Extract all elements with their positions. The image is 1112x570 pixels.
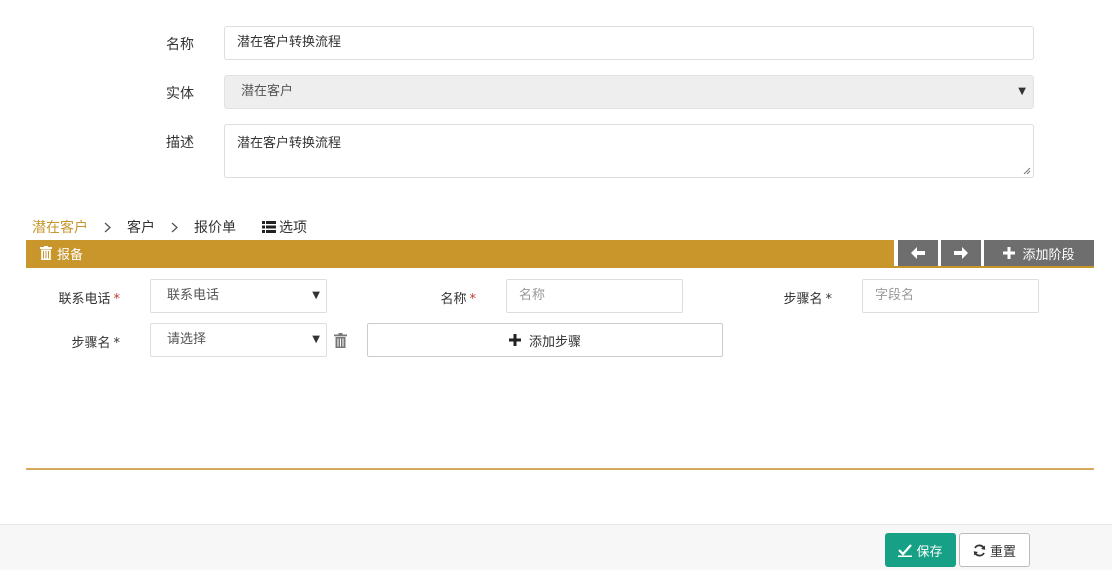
plus-icon (508, 334, 521, 346)
entity-select: 潜在客户 ▼ (224, 75, 1034, 109)
stage-header: 报备 (26, 240, 894, 266)
save-button[interactable]: 保存 (885, 533, 956, 567)
move-stage-right-button[interactable] (941, 240, 981, 266)
phone-select[interactable]: 联系电话 ▼ (150, 279, 327, 313)
description-text: 潜在客户转换流程 (237, 136, 342, 151)
required-mark: * (825, 292, 833, 307)
field-name-placeholder: 名称 (519, 288, 546, 303)
breadcrumb-item-lead[interactable]: 潜在客户 (32, 217, 88, 237)
step-field-placeholder: 字段名 (875, 288, 915, 303)
step-field-input[interactable]: 字段名 (862, 279, 1039, 313)
phone-select-value: 联系电话 (167, 288, 220, 303)
options-link[interactable]: 选项 (262, 217, 307, 237)
save-label: 保存 (916, 544, 943, 560)
refresh-icon (973, 544, 986, 556)
add-step-button[interactable]: 添加步骤 (367, 323, 723, 357)
trash-icon[interactable] (40, 246, 52, 260)
options-label: 选项 (279, 220, 307, 236)
trash-icon[interactable] (334, 333, 347, 348)
description-label: 描述 (166, 135, 194, 151)
required-mark: * (469, 292, 477, 307)
required-mark: * (113, 292, 121, 307)
check-icon (898, 543, 913, 557)
caret-down-icon: ▼ (1018, 86, 1026, 97)
required-mark: * (113, 336, 121, 351)
name-label: 名称 (166, 37, 194, 53)
reset-label: 重置 (989, 544, 1016, 560)
breadcrumb-item-customer[interactable]: 客户 (127, 217, 155, 237)
stage-breadcrumb: 潜在客户 客户 报价单 选项 (32, 217, 307, 237)
reset-button[interactable]: 重置 (959, 533, 1030, 567)
phone-label: 联系电话 * (58, 292, 121, 307)
description-textarea[interactable]: 潜在客户转换流程 (224, 124, 1034, 178)
chevron-right-icon (104, 222, 111, 233)
plus-icon (1003, 247, 1016, 259)
resize-grip-icon[interactable] (1023, 167, 1031, 175)
stage-underline (26, 266, 1094, 268)
chevron-right-icon (171, 222, 178, 233)
arrow-right-icon (954, 247, 968, 259)
list-icon (262, 221, 276, 233)
add-stage-button[interactable]: 添加阶段 (984, 240, 1094, 266)
add-step-label: 添加步骤 (528, 334, 581, 350)
step-select-value: 请选择 (167, 332, 207, 347)
stage-title: 报备 (57, 247, 84, 263)
entity-label: 实体 (166, 86, 194, 102)
field-name-label: 名称 * (440, 292, 477, 307)
entity-select-value: 潜在客户 (241, 84, 294, 99)
breadcrumb-item-quote[interactable]: 报价单 (194, 217, 236, 237)
section-divider (26, 468, 1094, 470)
move-stage-left-button[interactable] (898, 240, 938, 266)
step-select[interactable]: 请选择 ▼ (150, 323, 327, 357)
arrow-left-icon (911, 247, 925, 259)
field-name-input[interactable]: 名称 (506, 279, 683, 313)
step-name-label-2: 步骤名 * (71, 336, 121, 351)
step-name-label: 步骤名 * (783, 292, 833, 307)
add-stage-label: 添加阶段 (1022, 247, 1075, 263)
name-field[interactable]: 潜在客户转换流程 (224, 26, 1034, 60)
caret-down-icon: ▼ (312, 290, 320, 301)
caret-down-icon: ▼ (312, 334, 320, 345)
